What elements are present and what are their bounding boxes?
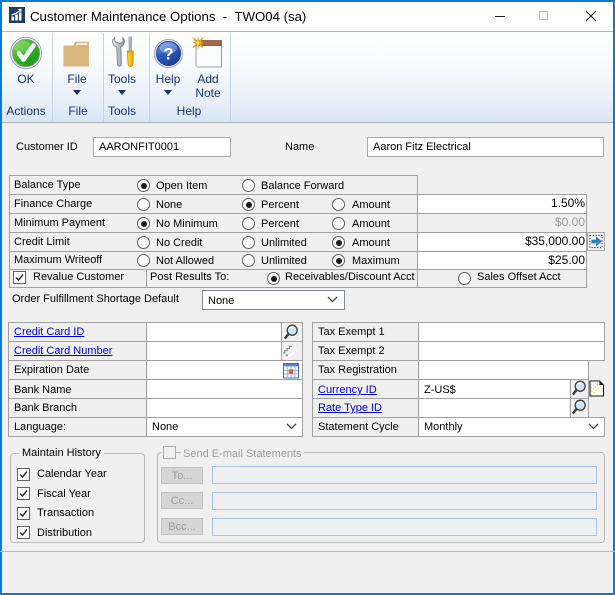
svg-text:?: ? bbox=[163, 45, 173, 64]
